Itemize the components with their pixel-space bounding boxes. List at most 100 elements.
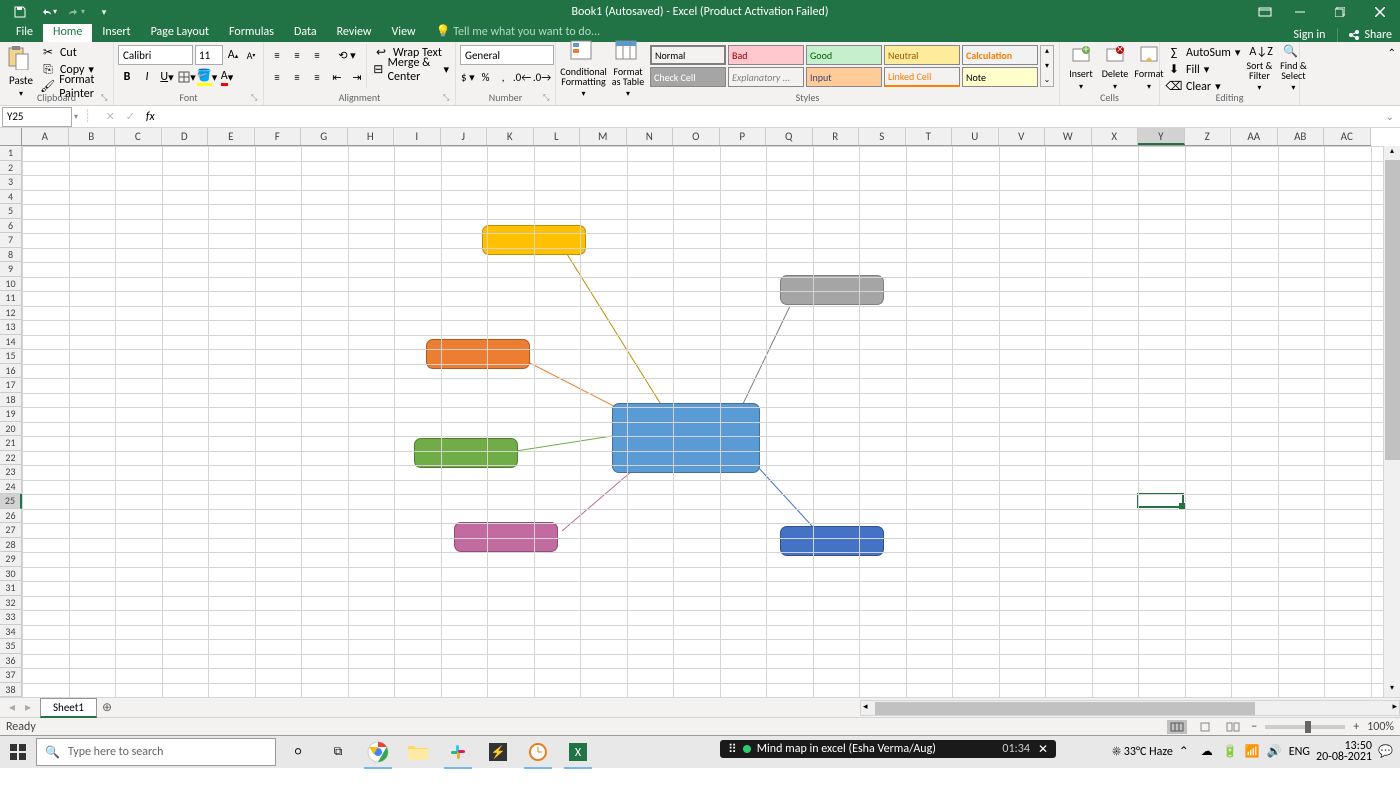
weather-widget[interactable]: ☀ 33°C Haze (1112, 745, 1173, 759)
vertical-scrollbar[interactable]: ▴ ▾ (1383, 146, 1400, 697)
style-gallery-more[interactable]: ▴▾⌄ (1040, 45, 1054, 87)
recording-notification[interactable]: ⠿ Mind map in excel (Esha Verma/Aug) 01:… (720, 740, 1056, 758)
row-header-7[interactable]: 7 (0, 233, 22, 248)
number-dialog-launcher[interactable]: ⤡ (543, 93, 553, 103)
row-header-36[interactable]: 36 (0, 654, 22, 669)
zoom-slider[interactable] (1265, 725, 1345, 729)
column-header-G[interactable]: G (301, 128, 348, 145)
start-button[interactable] (0, 736, 36, 769)
column-header-K[interactable]: K (487, 128, 534, 145)
border-button[interactable]: ▾ (178, 68, 196, 86)
action-center-icon[interactable]: 💬 (1378, 744, 1394, 760)
column-header-B[interactable]: B (69, 128, 116, 145)
row-header-32[interactable]: 32 (0, 596, 22, 611)
tab-insert[interactable]: Insert (92, 22, 140, 42)
scroll-up-button[interactable]: ▴ (1384, 146, 1400, 160)
clipboard-dialog-launcher[interactable]: ⤡ (101, 93, 111, 103)
underline-button[interactable]: U ▾ (158, 68, 176, 86)
wifi-icon[interactable]: 📶 (1245, 744, 1261, 760)
row-header-27[interactable]: 27 (0, 523, 22, 538)
style-input[interactable]: Input (806, 67, 882, 87)
cortana-icon[interactable]: ○ (280, 736, 316, 769)
taskbar-search[interactable]: 🔍Type here to search (36, 738, 276, 766)
percent-button[interactable]: % (478, 68, 494, 86)
orientation-button[interactable]: ⟲ ▾ (338, 46, 356, 64)
row-header-6[interactable]: 6 (0, 219, 22, 234)
row-header-29[interactable]: 29 (0, 552, 22, 567)
column-header-U[interactable]: U (952, 128, 999, 145)
row-header-34[interactable]: 34 (0, 625, 22, 640)
insert-cells-button[interactable]: +Insert▾ (1064, 44, 1098, 93)
row-header-11[interactable]: 11 (0, 291, 22, 306)
minimize-button[interactable] (1280, 0, 1320, 24)
tab-data[interactable]: Data (284, 22, 327, 42)
italic-button[interactable]: I (138, 68, 156, 86)
row-header-25[interactable]: 25 (0, 494, 22, 509)
row-header-1[interactable]: 1 (0, 146, 22, 161)
row-header-23[interactable]: 23 (0, 465, 22, 480)
row-header-5[interactable]: 5 (0, 204, 22, 219)
row-header-19[interactable]: 19 (0, 407, 22, 422)
alignment-dialog-launcher[interactable]: ⤡ (443, 93, 453, 103)
increase-decimal-button[interactable]: .0← (513, 68, 531, 86)
decrease-font-button[interactable]: A▾ (243, 46, 259, 64)
font-dialog-launcher[interactable]: ⤡ (251, 93, 261, 103)
column-header-S[interactable]: S (859, 128, 906, 145)
font-size-select[interactable] (195, 45, 223, 65)
column-header-J[interactable]: J (441, 128, 488, 145)
column-header-R[interactable]: R (813, 128, 860, 145)
system-clock[interactable]: 13:5020-08-2021 (1316, 741, 1372, 763)
increase-indent-button[interactable]: ⇥ (348, 68, 366, 86)
notification-close-button[interactable]: ✕ (1038, 742, 1048, 757)
tab-file[interactable]: File (6, 22, 43, 42)
style-explanatory[interactable]: Explanatory ... (728, 67, 804, 87)
sort-filter-button[interactable]: A↓ZSort & Filter▾ (1242, 44, 1276, 93)
row-header-37[interactable]: 37 (0, 668, 22, 683)
sheet-nav-next[interactable]: ▸ (20, 700, 36, 715)
row-header-8[interactable]: 8 (0, 248, 22, 263)
battery-icon[interactable]: 🔋 (1223, 744, 1239, 760)
undo-icon[interactable]: ▾ (36, 2, 60, 22)
insert-function-button[interactable]: fx (141, 108, 159, 126)
column-header-I[interactable]: I (394, 128, 441, 145)
decrease-indent-button[interactable]: ⇤ (328, 68, 346, 86)
font-name-select[interactable] (118, 45, 193, 65)
align-right-button[interactable]: ≡ (308, 68, 326, 86)
align-center-button[interactable]: ≡ (288, 68, 306, 86)
format-as-table-button[interactable]: Format as Table▾ (607, 44, 649, 93)
bold-button[interactable]: B (118, 68, 136, 86)
zoom-in-button[interactable]: + (1353, 720, 1359, 734)
column-header-AB[interactable]: AB (1278, 128, 1325, 145)
row-header-9[interactable]: 9 (0, 262, 22, 277)
conditional-formatting-button[interactable]: Conditional Formatting▾ (560, 44, 607, 93)
tab-home[interactable]: Home (43, 22, 92, 42)
style-linked-cell[interactable]: Linked Cell (884, 67, 960, 87)
column-header-Q[interactable]: Q (766, 128, 813, 145)
style-neutral[interactable]: Neutral (884, 45, 960, 65)
comma-button[interactable]: , (495, 68, 511, 86)
normal-view-button[interactable] (1167, 720, 1187, 734)
add-sheet-button[interactable]: ⊕ (97, 700, 117, 715)
align-top-button[interactable]: ≡ (268, 46, 286, 64)
increase-font-button[interactable]: A▴ (225, 46, 241, 64)
row-header-16[interactable]: 16 (0, 364, 22, 379)
column-header-A[interactable]: A (22, 128, 69, 145)
horizontal-scrollbar[interactable]: ◂ ▸ (860, 700, 1400, 716)
tab-view[interactable]: View (382, 22, 426, 42)
file-explorer-icon[interactable] (400, 736, 436, 769)
slack-icon[interactable] (440, 736, 476, 769)
align-middle-button[interactable]: ≡ (288, 46, 306, 64)
row-header-31[interactable]: 31 (0, 581, 22, 596)
column-header-N[interactable]: N (627, 128, 674, 145)
row-header-13[interactable]: 13 (0, 320, 22, 335)
name-box-dropdown[interactable]: ▾ (72, 112, 80, 122)
name-box[interactable] (2, 107, 72, 127)
align-left-button[interactable]: ≡ (268, 68, 286, 86)
column-header-AA[interactable]: AA (1231, 128, 1278, 145)
tab-review[interactable]: Review (327, 22, 382, 42)
row-header-21[interactable]: 21 (0, 436, 22, 451)
customize-qat-icon[interactable]: ▾ (92, 2, 116, 22)
column-header-V[interactable]: V (999, 128, 1046, 145)
ribbon-display-icon[interactable] (1250, 0, 1280, 24)
column-header-X[interactable]: X (1092, 128, 1139, 145)
